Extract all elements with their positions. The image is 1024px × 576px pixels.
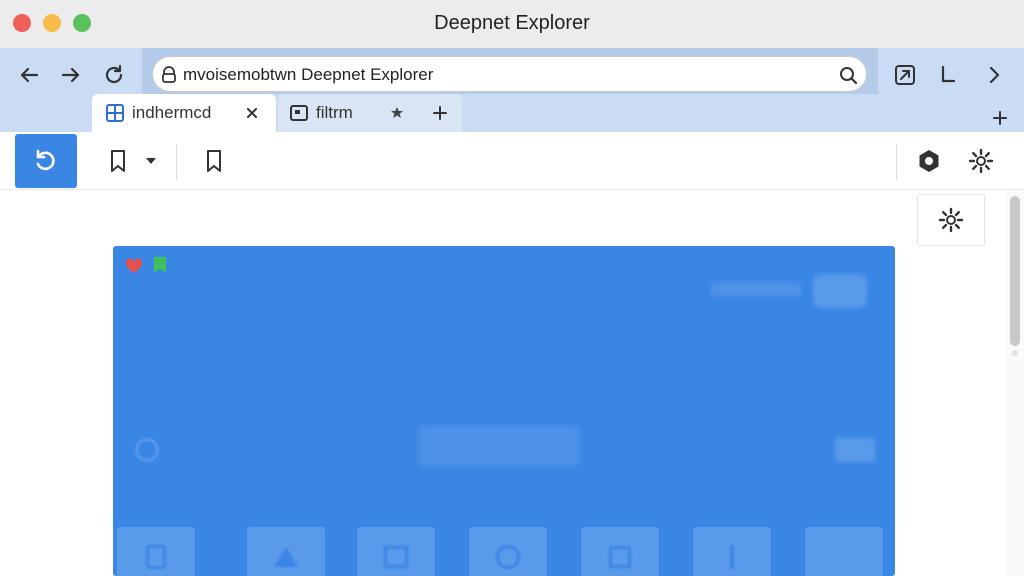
triangle-icon (274, 547, 298, 567)
vertical-scrollbar[interactable] (1006, 190, 1024, 576)
title-bar: Deepnet Explorer (0, 0, 1024, 48)
tab-2-label: filtrm (316, 103, 353, 122)
tile-square[interactable] (581, 527, 659, 576)
tab-2[interactable]: filtrm (278, 94, 462, 132)
gear-icon (938, 207, 964, 233)
square-icon (609, 546, 631, 568)
tab-strip: indhermcd filtrm (0, 94, 1024, 134)
toolbar-divider (176, 144, 177, 180)
back-arrow-icon (20, 67, 39, 83)
image-icon (290, 105, 308, 121)
blurred-toggle[interactable] (813, 274, 867, 308)
bookmark-icon (207, 150, 221, 172)
blurred-volume-icon[interactable] (835, 438, 875, 462)
gear-icon (968, 148, 994, 174)
undo-button[interactable] (15, 134, 77, 188)
settings-button[interactable] (966, 146, 996, 176)
tile-phone[interactable] (117, 527, 195, 576)
history-icon (941, 65, 956, 83)
grid-icon (106, 104, 124, 122)
toolbar (0, 132, 1024, 190)
forward-button[interactable] (56, 60, 86, 90)
bookmark-badge-icon[interactable] (152, 256, 168, 274)
search-icon[interactable] (838, 65, 858, 85)
blue-content-panel (113, 246, 895, 576)
tile-frame[interactable] (357, 527, 435, 576)
toolbar-divider (896, 144, 897, 180)
reading-list-button[interactable] (200, 144, 228, 178)
site-info-icon[interactable] (161, 66, 177, 84)
more-nav-button[interactable] (980, 60, 1010, 90)
scrollbar-thumb[interactable] (1010, 196, 1020, 346)
heart-icon[interactable] (125, 258, 143, 274)
blurred-header-text (711, 282, 801, 296)
star-icon[interactable] (390, 106, 404, 120)
chevron-down-icon (146, 158, 156, 164)
tile-triangle[interactable] (247, 527, 325, 576)
page-content (0, 190, 1024, 576)
new-tab-icon[interactable] (432, 105, 448, 121)
bookmark-icon (111, 150, 125, 172)
bookmark-dropdown[interactable] (142, 152, 160, 170)
reload-button[interactable] (99, 60, 129, 90)
add-tab-icon[interactable] (992, 110, 1008, 126)
share-icon (895, 65, 915, 85)
close-tab-icon[interactable] (246, 107, 258, 119)
reload-icon (105, 64, 123, 84)
scrollbar-dot (1012, 350, 1018, 356)
browser-window: Deepnet Explorer mvoisemobtwn Deepnet Ex… (0, 0, 1024, 576)
tile-line[interactable] (693, 527, 771, 576)
tile-circle[interactable] (469, 527, 547, 576)
blurred-center-text (419, 426, 579, 466)
tab-1-label: indhermcd (132, 103, 212, 122)
phone-icon (146, 545, 166, 569)
frame-icon (384, 546, 408, 568)
share-button[interactable] (890, 60, 920, 90)
history-button[interactable] (932, 60, 962, 90)
tile-blank[interactable] (805, 527, 883, 576)
undo-icon (36, 149, 55, 171)
address-bar-url: mvoisemobtwn Deepnet Explorer (183, 65, 434, 84)
tab-1[interactable]: indhermcd (92, 94, 276, 132)
back-button[interactable] (14, 60, 44, 90)
circle-icon (496, 545, 520, 569)
extensions-button[interactable] (914, 146, 944, 176)
window-title: Deepnet Explorer (434, 12, 590, 34)
bookmark-button[interactable] (104, 144, 132, 178)
page-settings-button[interactable] (917, 194, 985, 246)
line-icon (730, 545, 734, 569)
blurred-refresh-icon[interactable] (135, 438, 159, 462)
chevron-right-icon (989, 66, 1000, 84)
forward-arrow-icon (61, 67, 80, 83)
address-bar[interactable]: mvoisemobtwn Deepnet Explorer (152, 56, 867, 92)
hexagon-gear-icon (919, 150, 939, 172)
